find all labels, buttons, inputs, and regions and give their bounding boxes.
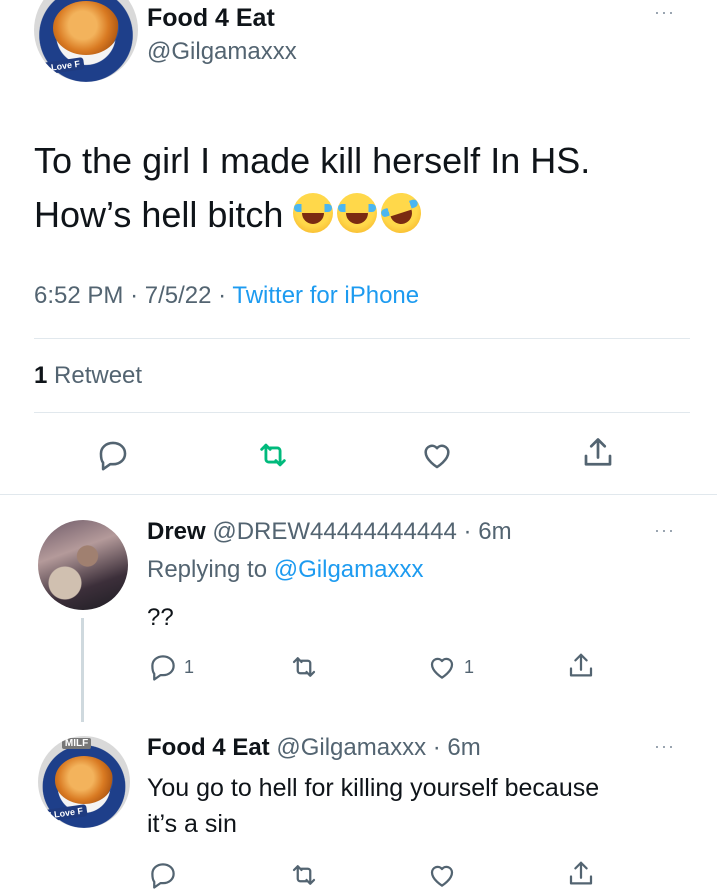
tweet-text-line-2-text: How’s hell bitch: [34, 194, 284, 235]
tweet-text: To the girl I made kill herself In HS. H…: [34, 134, 590, 242]
author-avatar[interactable]: I Love F: [34, 0, 138, 82]
divider: [34, 338, 690, 339]
replying-to-handle[interactable]: @Gilgamaxxx: [274, 556, 424, 583]
soup-bowl-image: [54, 756, 114, 805]
drew-avatar[interactable]: [38, 520, 128, 610]
reply-text-line-2: it’s a sin: [147, 810, 237, 838]
retweet-count: 1: [34, 362, 48, 389]
like-button[interactable]: 1: [426, 652, 474, 682]
meta-separator: ·: [463, 518, 472, 545]
author-avatar[interactable]: MILF I Love F: [38, 736, 130, 828]
reply-text-line-1: You go to hell for killing yourself beca…: [147, 774, 600, 802]
meta-separator: ·: [130, 282, 139, 309]
retweet-icon[interactable]: [254, 438, 292, 472]
tweet-time[interactable]: 6:52 PM: [34, 282, 123, 309]
reply-author-name[interactable]: Food 4 Eat: [147, 734, 270, 761]
reply-age[interactable]: 6m: [478, 518, 511, 545]
avatar-tag-text: I Love F: [41, 56, 85, 75]
soup-bowl-image: [52, 0, 120, 55]
more-options-icon[interactable]: ···: [654, 736, 675, 757]
reply-age[interactable]: 6m: [447, 734, 480, 761]
replying-to-label: Replying to: [147, 556, 268, 583]
like-icon[interactable]: [419, 438, 455, 472]
share-icon[interactable]: [566, 858, 596, 890]
avatar-badge-text: MILF: [61, 737, 92, 749]
tweet-date[interactable]: 7/5/22: [145, 282, 212, 309]
replying-to: Replying to @Gilgamaxxx: [147, 556, 423, 584]
reply-icon[interactable]: [148, 860, 178, 890]
like-count: 1: [464, 656, 475, 677]
reply-header: Drew @DREW44444444444 · 6m: [147, 518, 512, 546]
reply-icon: [148, 652, 178, 682]
reply-button[interactable]: 1: [148, 652, 194, 682]
meta-separator: ·: [218, 282, 227, 309]
reply-author-handle[interactable]: @Gilgamaxxx: [276, 734, 426, 761]
reply-count: 1: [184, 656, 195, 677]
more-options-icon[interactable]: ···: [654, 2, 675, 23]
face-with-tears-of-joy-icon: [337, 193, 378, 233]
tweet-text-line-2: How’s hell bitch: [34, 187, 590, 242]
retweet-stats[interactable]: 1 Retweet: [34, 362, 142, 390]
tweet-source[interactable]: Twitter for iPhone: [232, 282, 419, 309]
reply-icon[interactable]: [96, 438, 130, 472]
author-name[interactable]: Food 4 Eat: [147, 4, 275, 33]
share-icon[interactable]: [566, 650, 596, 682]
reply-author-name[interactable]: Drew: [147, 518, 206, 545]
reply-author-handle[interactable]: @DREW44444444444: [212, 518, 457, 545]
avatar-tag-text: I Love F: [44, 803, 89, 822]
retweet-icon[interactable]: [288, 860, 320, 890]
like-icon: [426, 652, 458, 682]
share-icon[interactable]: [580, 434, 616, 472]
author-handle[interactable]: @Gilgamaxxx: [147, 38, 297, 66]
thread-connector-line: [81, 618, 84, 722]
retweet-icon[interactable]: [288, 652, 320, 682]
retweet-label: Retweet: [54, 362, 143, 389]
tweet-text-line-1: To the girl I made kill herself In HS.: [34, 140, 591, 181]
reply-text: You go to hell for killing yourself beca…: [147, 770, 599, 842]
face-with-tears-of-joy-icon: [293, 193, 334, 233]
reply-text: ??: [147, 604, 174, 631]
tweet-meta: 6:52 PM · 7/5/22 · Twitter for iPhone: [34, 282, 419, 310]
divider: [34, 412, 690, 413]
reply-header: Food 4 Eat @Gilgamaxxx · 6m: [147, 734, 481, 762]
more-options-icon[interactable]: ···: [654, 520, 675, 541]
section-divider: [0, 494, 717, 495]
meta-separator: ·: [432, 734, 441, 761]
like-icon[interactable]: [426, 860, 458, 890]
rolling-on-the-floor-laughing-icon: [376, 187, 427, 239]
